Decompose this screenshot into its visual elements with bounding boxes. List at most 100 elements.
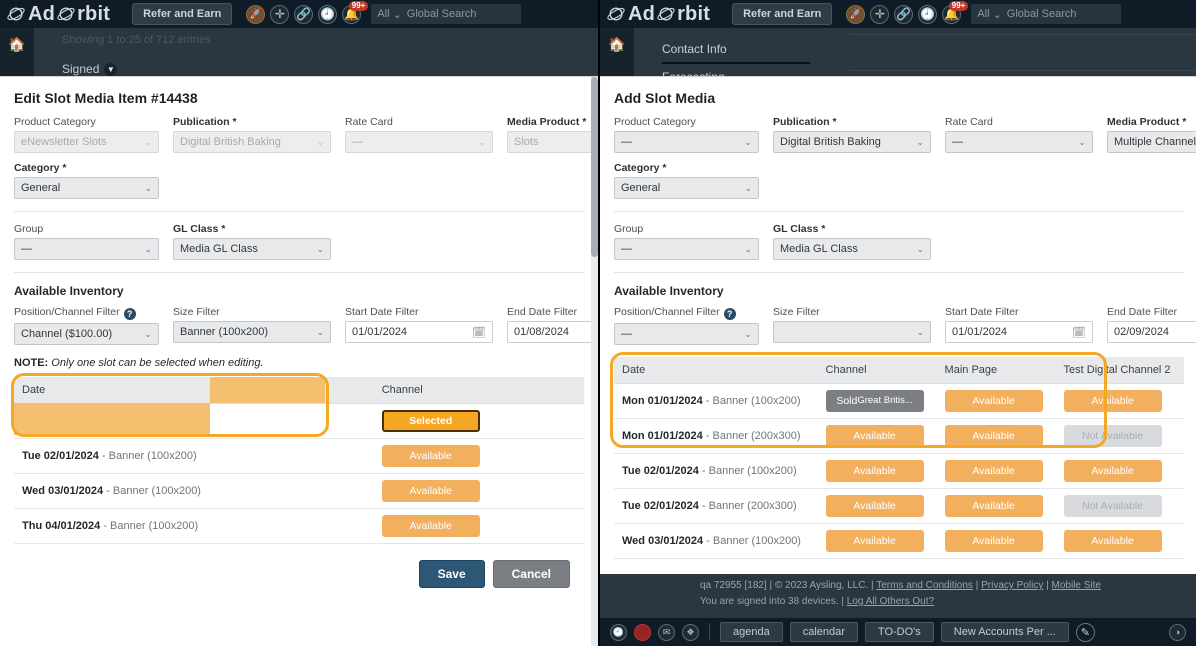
table-row[interactable]: Mon 01/01/2024 - Banner (100x200) Sold Gre… <box>614 383 1184 419</box>
slot-status-available[interactable]: Available <box>944 495 1043 517</box>
terms-link[interactable]: Terms and Conditions <box>876 580 973 591</box>
table-row[interactable]: Tue 02/01/2024 - Banner (200x300) Availab… <box>614 488 1184 524</box>
brand-logo-right[interactable]: Ad rbit <box>600 3 710 26</box>
taskbar-agenda-button[interactable]: agenda <box>720 622 783 642</box>
mobile-site-link[interactable]: Mobile Site <box>1052 580 1101 591</box>
select-gl-class[interactable]: Media GL Class ⌄ <box>173 238 331 260</box>
slot-status-available[interactable]: Available <box>944 460 1043 482</box>
select-group[interactable]: — ⌄ <box>14 238 159 260</box>
table-row[interactable]: Mon 01/01/2024 - Banner (100x200) Selecte… <box>14 403 584 439</box>
table-row[interactable]: Thu 04/01/2024 - Banner (100x200) Availab… <box>14 508 584 544</box>
select-rate-card[interactable]: — ⌄ <box>345 131 493 153</box>
home-icon[interactable]: 🏠 <box>600 28 634 60</box>
cell-slot-2: Available <box>1055 383 1184 419</box>
mail-icon[interactable]: ✉ <box>658 623 675 641</box>
history-clock-icon[interactable]: 🕘 <box>918 4 938 24</box>
save-button[interactable]: Save <box>418 560 485 588</box>
search-input[interactable]: Global Search <box>1007 8 1077 20</box>
rocket-icon[interactable]: 🚀 <box>246 4 266 24</box>
taskbar-todos-button[interactable]: TO-DO's <box>864 622 934 642</box>
brand-logo-left[interactable]: Ad rbit <box>0 3 110 26</box>
slot-status-sold[interactable]: Sold Great Britis... <box>825 390 924 412</box>
privacy-link[interactable]: Privacy Policy <box>981 580 1043 591</box>
select-publication[interactable]: Digital British Baking ⌄ <box>173 131 331 153</box>
select-gl-class[interactable]: Media GL Class ⌄ <box>773 238 931 260</box>
value-position-filter: Channel ($100.00) <box>21 328 113 340</box>
chevron-down-icon: ⌄ <box>144 243 152 254</box>
scrollbar-thumb[interactable] <box>591 77 598 257</box>
slot-status-selected[interactable]: Selected <box>381 410 480 432</box>
pencil-icon[interactable]: ✎ <box>1075 622 1095 642</box>
input-start-date[interactable]: 01/01/2024 🗓 <box>945 321 1093 343</box>
slot-status-sublabel: Great Britis... <box>857 394 913 406</box>
select-category[interactable]: General ⌄ <box>614 177 759 199</box>
table-row[interactable]: Wed 03/01/2024 - Banner (100x200) Availab… <box>614 523 1184 559</box>
select-media-product[interactable]: Slots <box>507 131 598 153</box>
alert-icon[interactable] <box>634 623 651 641</box>
slot-status-available[interactable]: Available <box>1063 530 1162 552</box>
refer-and-earn-button[interactable]: Refer and Earn <box>132 3 233 25</box>
table-row[interactable]: Wed 03/01/2024 - Banner (100x200) Availab… <box>14 473 584 509</box>
slot-status-available[interactable]: Available <box>381 515 480 537</box>
cancel-button[interactable]: Cancel <box>492 560 570 588</box>
slot-status-available[interactable]: Available <box>944 530 1043 552</box>
search-input[interactable]: Global Search <box>407 8 477 20</box>
table-row[interactable]: Tue 02/01/2024 - Banner (100x200) Availab… <box>614 453 1184 489</box>
table-row[interactable]: Tue 02/01/2024 - Banner (100x200) Availab… <box>14 438 584 474</box>
slot-status-available[interactable]: Available <box>1063 460 1162 482</box>
select-media-product[interactable]: Multiple Channels <box>1107 131 1196 153</box>
taskbar-new-accounts-button[interactable]: New Accounts Per ... <box>940 622 1069 642</box>
link-icon[interactable]: 🔗 <box>894 4 914 24</box>
input-start-date[interactable]: 01/01/2024 🗓 <box>345 321 493 343</box>
slot-status-available[interactable]: Available <box>944 390 1043 412</box>
help-icon[interactable]: ? <box>123 308 136 320</box>
slot-status-available[interactable]: Available <box>825 495 924 517</box>
field-end-date: End Date Filter 01/08/2024 <box>507 306 598 345</box>
modal-scrollbar-left[interactable] <box>591 77 598 646</box>
global-search-left[interactable]: All ⌄ Global Search <box>371 4 522 24</box>
home-icon[interactable]: 🏠 <box>0 28 34 60</box>
rocket-icon[interactable]: 🚀 <box>846 4 866 24</box>
select-size-filter[interactable]: Banner (100x200) ⌄ <box>173 321 331 343</box>
inventory-filters-row: Position/Channel Filter? Channel ($100.0… <box>14 306 598 345</box>
tab-contact-info[interactable]: Contact Info <box>662 36 810 64</box>
slot-status-available[interactable]: Available <box>825 460 924 482</box>
slot-status-available[interactable]: Available <box>381 480 480 502</box>
link-icon[interactable]: 🔗 <box>294 4 314 24</box>
select-size-filter[interactable]: ⌄ <box>773 321 931 343</box>
slot-status-available[interactable]: Available <box>944 425 1043 447</box>
slot-status-available[interactable]: Available <box>381 445 480 467</box>
apps-icon[interactable]: ❖ <box>682 623 699 641</box>
clock-icon[interactable]: 🕘 <box>610 623 627 641</box>
slot-status-available[interactable]: Available <box>1063 390 1162 412</box>
select-position-filter[interactable]: Channel ($100.00) ⌄ <box>14 323 159 345</box>
toggle-icon[interactable]: ◑ <box>1169 623 1186 641</box>
select-category[interactable]: General ⌄ <box>14 177 159 199</box>
plus-icon[interactable]: ✛ <box>270 4 290 24</box>
help-icon[interactable]: ? <box>723 308 736 320</box>
calendar-icon[interactable]: 🗓 <box>1072 326 1086 339</box>
global-search-right[interactable]: All ⌄ Global Search <box>971 4 1122 24</box>
history-clock-icon[interactable]: 🕘 <box>318 4 338 24</box>
refer-and-earn-button[interactable]: Refer and Earn <box>732 3 833 25</box>
select-group[interactable]: — ⌄ <box>614 238 759 260</box>
input-end-date[interactable]: 01/08/2024 <box>507 321 598 343</box>
log-all-others-out-link[interactable]: Log All Others Out? <box>847 596 934 607</box>
plus-icon[interactable]: ✛ <box>870 4 890 24</box>
slot-status-available[interactable]: Available <box>825 530 924 552</box>
calendar-icon[interactable]: 🗓 <box>472 326 486 339</box>
select-product-category[interactable]: — ⌄ <box>614 131 759 153</box>
notifications-bell[interactable]: 🔔 99+ <box>942 0 969 24</box>
notifications-bell[interactable]: 🔔 99+ <box>342 0 369 24</box>
search-scope-select[interactable]: All ⌄ <box>377 8 401 21</box>
input-end-date[interactable]: 02/09/2024 <box>1107 321 1196 343</box>
slot-status-available[interactable]: Available <box>825 425 924 447</box>
signed-filter[interactable]: Signed ▼ <box>62 62 598 76</box>
taskbar-calendar-button[interactable]: calendar <box>789 622 858 642</box>
select-publication[interactable]: Digital British Baking ⌄ <box>773 131 931 153</box>
select-rate-card[interactable]: — ⌄ <box>945 131 1093 153</box>
select-product-category[interactable]: eNewsletter Slots ⌄ <box>14 131 159 153</box>
select-position-filter[interactable]: — ⌄ <box>614 323 759 345</box>
search-scope-select[interactable]: All ⌄ <box>977 8 1001 21</box>
table-row[interactable]: Mon 01/01/2024 - Banner (200x300) Availab… <box>614 418 1184 454</box>
